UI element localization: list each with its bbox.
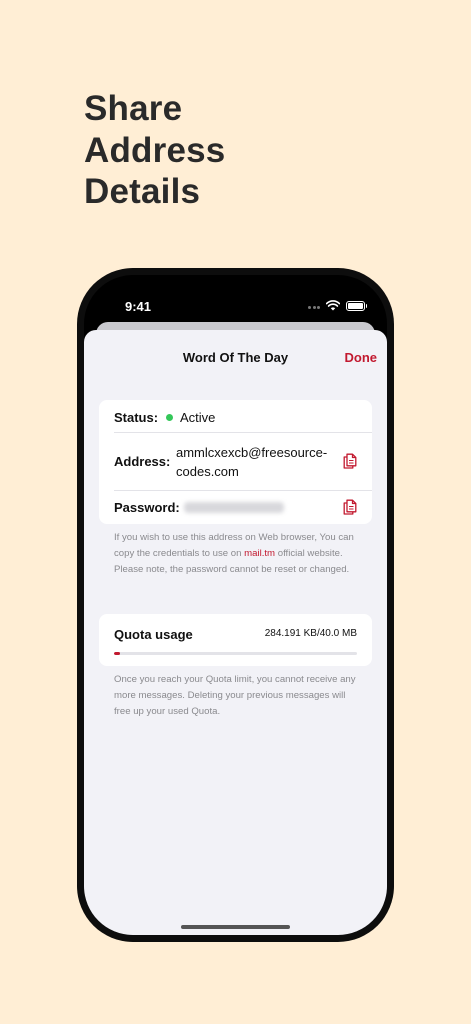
password-hidden-value: [184, 502, 284, 513]
done-button[interactable]: Done: [345, 350, 378, 365]
address-label: Address:: [114, 454, 171, 469]
credentials-note: If you wish to use this address on Web b…: [114, 530, 359, 578]
copy-address-icon[interactable]: [343, 453, 357, 469]
headline: Share Address Details: [84, 88, 225, 213]
password-label: Password:: [114, 500, 180, 515]
divider: [114, 490, 372, 491]
status-row: Status: Active: [114, 410, 372, 426]
status-time: 9:41: [125, 299, 152, 314]
copy-password-icon[interactable]: [343, 499, 357, 515]
headline-line-1: Share: [84, 89, 183, 128]
quota-progress-bar: [114, 652, 357, 655]
headline-line-2: Address: [84, 130, 226, 170]
headline-line-3: Details: [84, 172, 201, 211]
quota-note: Once you reach your Quota limit, you can…: [114, 674, 356, 717]
status-value: Active: [180, 410, 216, 425]
quota-card: Quota usage 284.191 KB/40.0 MB: [99, 614, 372, 666]
address-details-sheet: Word Of The Day Done Status: Active Addr…: [84, 330, 387, 935]
status-bar: 9:41: [84, 275, 387, 323]
quota-label: Quota usage: [114, 627, 193, 642]
phone-screen: 9:41 Word Of The Day Done Status: Active: [84, 275, 387, 935]
address-value: ammlcxexcb@freesource-codes.com: [176, 445, 328, 479]
status-active-dot: [166, 414, 173, 421]
address-row: Address: ammlcxexcb@freesource-codes.com: [114, 443, 372, 481]
signal-dots-icon: [308, 306, 322, 309]
quota-value: 284.191 KB/40.0 MB: [264, 628, 357, 639]
credentials-card: Status: Active Address: ammlcxexcb@frees…: [99, 400, 372, 524]
wifi-icon: [326, 300, 340, 311]
password-row: Password:: [114, 500, 372, 516]
mail-tm-link[interactable]: mail.tm: [244, 548, 275, 559]
quota-progress-fill: [114, 652, 120, 655]
sheet-title: Word Of The Day: [182, 350, 289, 365]
battery-icon: [346, 301, 367, 311]
home-indicator: [181, 925, 290, 929]
divider: [114, 432, 372, 433]
phone-frame: 9:41 Word Of The Day Done Status: Active: [77, 268, 394, 942]
status-label: Status:: [114, 410, 159, 425]
